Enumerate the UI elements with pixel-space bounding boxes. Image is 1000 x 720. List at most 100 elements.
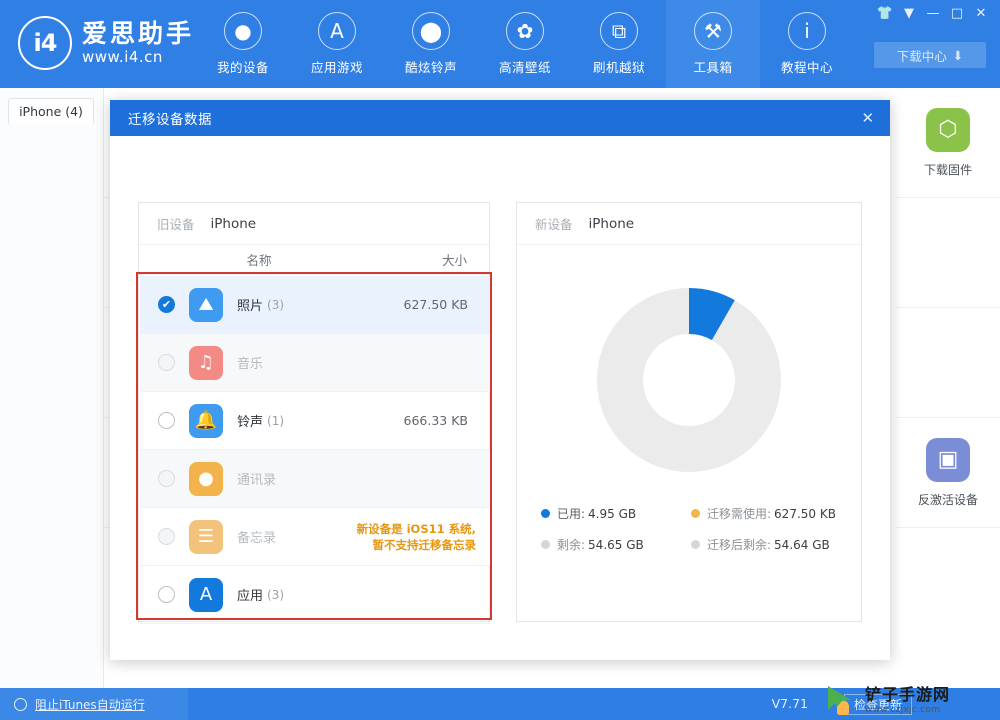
app-header: i4 爱思助手 www.i4.cn ● 我的设备 A 应用游戏 ⬤ 酷炫铃声 ✿ 高清壁纸 ⧉ 刷… [0,0,1000,88]
maximize-icon[interactable]: □ [946,3,968,23]
nav-item-0[interactable]: ● 我的设备 [196,0,290,88]
nav-item-label: 应用游戏 [310,60,363,75]
i4-logo-icon: i4 [18,16,72,70]
device-sidebar: iPhone (4) [0,88,104,688]
migration-row-count: (1) [267,413,285,428]
legend-item: 迁移后剩余: 54.64 GB [691,536,851,553]
legend-key: 剩余: [557,538,586,552]
column-size-header: 大小 [441,253,467,268]
deactivate-device-icon: ▣ [926,437,970,482]
tool-empty-2 [896,308,1000,418]
nav-item-label: 刷机越狱 [592,60,645,75]
cursor-icon [828,686,851,715]
new-device-panel: 新设备 iPhone 已用: 4.95 GB 迁移需使用: 627.50 KB 剩余: 5… [516,202,862,622]
dialog-close-icon[interactable]: ✕ [856,106,880,130]
nav-item-3[interactable]: ✿ 高清壁纸 [478,0,572,88]
dialog-body: 旧设备 iPhone 名称 大小 ✔ ⛰ 照片 (3) 627.50 KB ♫ 音乐 🔔 铃声(… [110,136,890,660]
old-device-label: 旧设备 [157,217,195,232]
firmware-cube-icon: ⬡ [926,107,970,152]
block-itunes-toggle[interactable]: 阻止iTunes自动运行 [0,688,188,720]
donut-slice-剩余 [597,288,781,472]
nav-item-1[interactable]: A 应用游戏 [290,0,384,88]
tool-firmware-cube-icon[interactable]: ⬡ 下载固件 [896,88,1000,198]
close-icon[interactable]: ✕ [970,3,992,23]
migration-row-name: 通讯录 [237,473,277,488]
site-watermark: 铲子手游网 www.czjxjc.com [822,682,998,720]
nav-item-5[interactable]: ⚒ 工具箱 [666,0,760,88]
migration-row-name: 应用 [237,589,264,604]
legend-dot-icon [691,540,700,549]
radio-unchecked-icon[interactable] [158,354,175,371]
nav-item-label: 工具箱 [693,60,733,75]
legend-dot-icon [541,509,550,518]
download-center-label: 下载中心 [896,48,947,64]
tool-label: 反激活设备 [917,492,978,507]
migration-row[interactable]: 🔔 铃声 (1) 666.33 KB [140,392,490,450]
radio-unchecked-icon[interactable] [158,528,175,545]
notes-icon: ☰ [189,519,223,554]
window-controls: 👕 ▼ — □ ✕ [874,3,992,23]
migration-row-name: 备忘录 [237,531,277,546]
migration-row[interactable]: ♫ 音乐 [140,334,490,392]
migration-row-warning: 新设备是 iOS11 系统, 暂不支持迁移备忘录 [356,521,476,552]
nav-item-label: 教程中心 [780,60,833,75]
bell-icon: ⬤ [412,12,450,50]
migration-row-name: 照片 [237,299,264,314]
legend-item: 已用: 4.95 GB [541,505,691,522]
migration-item-list: ✔ ⛰ 照片 (3) 627.50 KB ♫ 音乐 🔔 铃声 (1) 666.33 KB ● 通讯录 ☰ 备… [140,276,490,624]
tool-deactivate-device-icon[interactable]: ▣ 反激活设备 [896,418,1000,528]
new-device-header: 新设备 iPhone [517,203,861,245]
tool-empty-1 [896,198,1000,308]
radio-unchecked-icon[interactable] [158,586,175,603]
storage-donut-chart [517,255,861,505]
storage-legend: 已用: 4.95 GB 迁移需使用: 627.50 KB 剩余: 54.65 GB 迁移后剩… [541,505,841,553]
migration-row[interactable]: A 应用 (3) [140,566,490,624]
legend-key: 迁移后剩余: [707,538,772,552]
donut-chart-svg [597,288,781,472]
legend-item: 迁移需使用: 627.50 KB [691,505,851,522]
new-device-label: 新设备 [535,217,573,232]
appstore-icon: A [318,12,356,50]
tools-icon: ⚒ [694,12,732,50]
nav-item-6[interactable]: i 教程中心 [760,0,854,88]
flower-icon: ✿ [506,12,544,50]
migration-row-size: 666.33 KB [403,413,468,428]
legend-key: 已用: [557,507,586,521]
tool-label: 下载固件 [923,162,972,177]
legend-dot-icon [541,540,550,549]
download-center-button[interactable]: 下载中心 ⬇ [874,42,986,68]
block-itunes-label: 阻止iTunes自动运行 [35,697,145,712]
legend-dot-icon [691,509,700,518]
radio-unchecked-icon[interactable] [158,470,175,487]
device-tab[interactable]: iPhone (4) [8,98,94,124]
download-icon: ⬇ [952,47,964,63]
apps-icon: A [189,577,223,612]
new-device-value: iPhone [588,215,635,232]
version-label: V7.71 [771,696,808,711]
logo-subtitle: www.i4.cn [82,48,163,66]
nav-item-2[interactable]: ⬤ 酷炫铃声 [384,0,478,88]
radio-checked-icon[interactable]: ✔ [158,296,175,313]
nav-item-label: 高清壁纸 [498,60,551,75]
migration-row-count: (3) [267,297,285,312]
legend-item: 剩余: 54.65 GB [541,536,691,553]
minimize-icon[interactable]: — [922,3,944,23]
migration-row[interactable]: ☰ 备忘录 新设备是 iOS11 系统, 暂不支持迁移备忘录 [140,508,490,566]
old-device-value: iPhone [210,215,257,232]
old-device-header: 旧设备 iPhone [139,203,489,245]
music-icon: ♫ [189,345,223,380]
ringtone-icon: 🔔 [189,403,223,438]
logo-title: 爱思助手 [82,19,195,48]
migration-row[interactable]: ● 通讯录 [140,450,490,508]
info-icon: i [788,12,826,50]
skin-icon[interactable]: 👕 [874,3,896,23]
menu-dropdown-icon[interactable]: ▼ [898,3,920,23]
legend-value: 54.64 GB [774,537,830,552]
legend-value: 4.95 GB [588,506,637,521]
app-logo: i4 爱思助手 www.i4.cn [18,16,194,70]
contacts-icon: ● [189,461,223,496]
migration-row-size: 627.50 KB [403,297,468,312]
radio-unchecked-icon[interactable] [158,412,175,429]
migration-row[interactable]: ✔ ⛰ 照片 (3) 627.50 KB [140,276,490,334]
nav-item-4[interactable]: ⧉ 刷机越狱 [572,0,666,88]
